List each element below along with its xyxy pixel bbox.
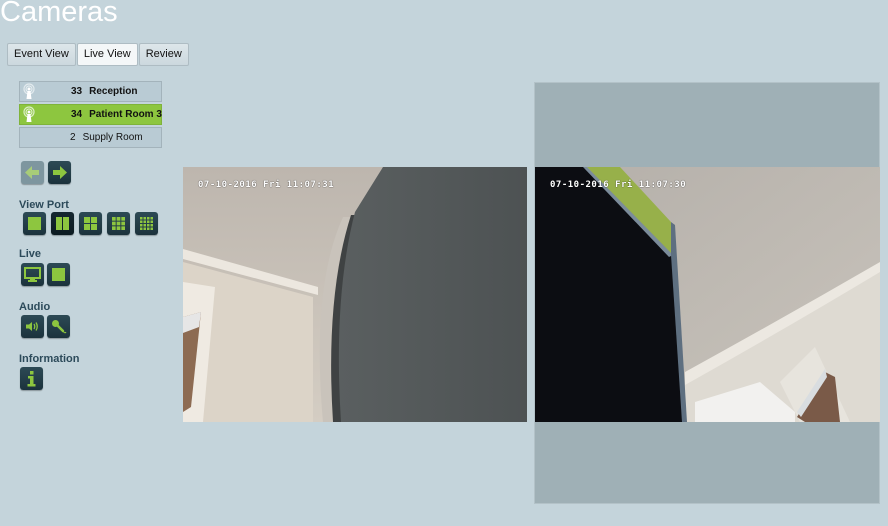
- camera-name: Supply Room: [82, 132, 143, 143]
- view-tabs: Event View Live View Review: [7, 43, 190, 66]
- layout-9-icon: [112, 217, 125, 230]
- microphone-icon: [52, 320, 67, 334]
- video-frame-patient-room-3: [535, 167, 880, 422]
- camera-item-patient-room-3[interactable]: 34 Patient Room 3: [19, 104, 162, 125]
- layout-16-button[interactable]: [135, 212, 158, 235]
- arrow-left-icon: [25, 166, 39, 179]
- video-frame-reception: [183, 167, 527, 422]
- camera-signal-icon: [23, 106, 35, 122]
- next-button[interactable]: [48, 161, 71, 184]
- tab-event-view[interactable]: Event View: [7, 43, 76, 66]
- camera-feed-right[interactable]: 07-10-2016 Fri 11:07:30: [535, 167, 880, 422]
- camera-list: 33 Reception 34 Patient Room 3 2 Supply Roo…: [19, 81, 162, 150]
- tab-live-view[interactable]: Live View: [76, 43, 138, 66]
- previous-button[interactable]: [21, 161, 44, 184]
- layout-9-button[interactable]: [107, 212, 130, 235]
- layout-16-icon: [140, 217, 153, 230]
- camera-number: 2: [70, 132, 76, 143]
- information-label: Information: [19, 353, 80, 365]
- stop-icon: [52, 268, 65, 281]
- camera-name: Patient Room 3: [89, 109, 162, 120]
- camera-name: Reception: [89, 86, 138, 97]
- camera-item-supply-room[interactable]: 2 Supply Room: [19, 127, 162, 148]
- layout-2-icon: [56, 217, 69, 230]
- arrow-right-icon: [53, 166, 67, 179]
- camera-number: 34: [71, 109, 83, 120]
- viewport-label: View Port: [19, 199, 69, 211]
- camera-feed-left[interactable]: 07-10-2016 Fri 11:07:31: [183, 167, 527, 422]
- audio-microphone-button[interactable]: [47, 315, 70, 338]
- osd-timestamp: 07-10-2016 Fri 11:07:31: [198, 180, 335, 190]
- layout-1-button[interactable]: [23, 212, 46, 235]
- live-monitor-button[interactable]: [21, 263, 44, 286]
- camera-number: 33: [71, 86, 83, 97]
- audio-label: Audio: [19, 301, 51, 313]
- layout-4-icon: [84, 217, 97, 230]
- live-label: Live: [19, 248, 42, 260]
- osd-timestamp: 07-10-2016 Fri 11:07:30: [550, 180, 687, 190]
- information-button[interactable]: [20, 367, 43, 390]
- audio-speaker-button[interactable]: [21, 315, 44, 338]
- speaker-icon: [26, 322, 38, 331]
- layout-4-button[interactable]: [79, 212, 102, 235]
- tab-review[interactable]: Review: [138, 43, 189, 66]
- monitor-icon: [24, 267, 41, 282]
- camera-signal-icon: [23, 83, 35, 99]
- page-title: Cameras: [0, 0, 118, 28]
- layout-2-button[interactable]: [51, 212, 74, 235]
- live-stop-button[interactable]: [47, 263, 70, 286]
- layout-1-icon: [28, 217, 41, 230]
- camera-item-reception[interactable]: 33 Reception: [19, 81, 162, 102]
- info-icon: [27, 371, 36, 387]
